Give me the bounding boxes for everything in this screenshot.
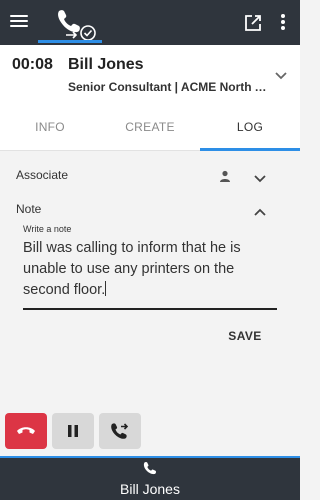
text-cursor (105, 281, 107, 296)
note-textarea[interactable]: Write a note Bill was calling to inform … (23, 224, 277, 310)
chevron-up-icon[interactable] (253, 204, 267, 216)
tab-bar: INFO CREATE LOG (0, 103, 300, 151)
person-icon[interactable] (219, 169, 231, 182)
caller-name: Bill Jones (68, 56, 144, 73)
call-actions (0, 411, 300, 456)
pause-icon (68, 425, 78, 437)
tab-info[interactable]: INFO (0, 103, 100, 150)
hold-button[interactable] (52, 413, 94, 449)
phone-icon (143, 461, 157, 475)
tab-log[interactable]: LOG (200, 103, 300, 151)
active-call-footer[interactable]: Bill Jones (0, 456, 300, 500)
chevron-down-icon[interactable] (253, 171, 267, 183)
tab-create[interactable]: CREATE (100, 103, 200, 150)
save-button[interactable]: SAVE (222, 325, 268, 347)
associate-label: Associate (16, 168, 69, 182)
caller-title: Senior Consultant | ACME North America (68, 80, 268, 94)
log-panel: Associate Note Write a note Bill was cal… (0, 151, 300, 411)
footer-accent (0, 456, 300, 458)
note-label: Note (16, 202, 42, 216)
hamburger-menu-icon[interactable] (8, 12, 30, 32)
active-indicator (38, 40, 102, 43)
phone-check-icon[interactable] (38, 8, 106, 43)
call-timer: 00:08 (12, 56, 53, 73)
call-header: 00:08 Bill Jones Senior Consultant | ACM… (0, 45, 300, 103)
note-caption: Write a note (23, 224, 72, 234)
phone-forward-icon (111, 423, 129, 439)
phone-hangup-icon (17, 427, 35, 434)
more-vertical-icon[interactable] (278, 12, 288, 34)
transfer-button[interactable] (99, 413, 141, 449)
chevron-down-icon[interactable] (274, 69, 288, 81)
note-underline (23, 308, 277, 310)
hang-up-button[interactable] (5, 413, 47, 449)
footer-caller-name: Bill Jones (120, 481, 180, 497)
open-external-icon[interactable] (244, 14, 262, 32)
top-bar (0, 0, 300, 45)
note-text: Bill was calling to inform that he is un… (23, 240, 241, 298)
